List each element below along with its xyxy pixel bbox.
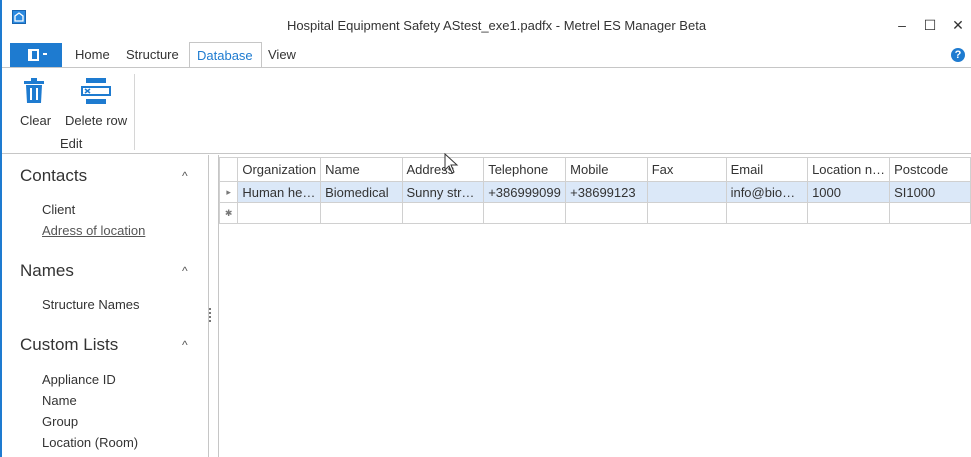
tab-view[interactable]: View bbox=[268, 47, 296, 62]
column-header-mobile[interactable]: Mobile bbox=[565, 157, 648, 182]
panel-splitter[interactable] bbox=[209, 308, 212, 324]
edit-group-label: Edit bbox=[60, 136, 83, 151]
help-icon[interactable]: ? bbox=[951, 48, 965, 62]
column-header-telephone[interactable]: Telephone bbox=[483, 157, 567, 182]
table-cell[interactable]: Human he… bbox=[237, 181, 322, 203]
table-row[interactable]: ▸ Human he… Biomedical Sunny str… +38699… bbox=[218, 181, 971, 203]
contacts-grid[interactable]: Organization Name Address Telephone Mobi… bbox=[218, 157, 971, 224]
ribbon-divider bbox=[134, 74, 135, 150]
table-cell[interactable]: +386999099 bbox=[483, 181, 567, 203]
grid-header-row: Organization Name Address Telephone Mobi… bbox=[218, 157, 971, 182]
sidebar: Contacts ^ Client Adress of location Nam… bbox=[8, 155, 209, 457]
trash-icon bbox=[24, 78, 44, 103]
column-header-organization[interactable]: Organization bbox=[237, 157, 322, 182]
table-cell[interactable]: 1000 bbox=[807, 181, 891, 203]
sidebar-item-appliance-id[interactable]: Appliance ID bbox=[42, 372, 116, 387]
ribbon: Clear Delete row Edit bbox=[2, 67, 971, 154]
table-cell[interactable] bbox=[646, 181, 727, 203]
delete-row-icon bbox=[81, 78, 111, 104]
close-button[interactable]: ✕ bbox=[948, 17, 968, 34]
table-cell[interactable] bbox=[401, 202, 485, 224]
column-header-location-number[interactable]: Location n… bbox=[807, 157, 891, 182]
file-menu-button[interactable] bbox=[10, 43, 62, 67]
table-cell[interactable]: info@bio… bbox=[725, 181, 809, 203]
title-bar: Hospital Equipment Safety AStest_exe1.pa… bbox=[2, 0, 971, 34]
sidebar-item-structure-names[interactable]: Structure Names bbox=[42, 297, 140, 312]
column-header-postcode[interactable]: Postcode bbox=[889, 157, 971, 182]
section-custom-lists[interactable]: Custom Lists bbox=[20, 335, 118, 355]
delete-row-label: Delete row bbox=[65, 113, 128, 128]
table-cell[interactable] bbox=[483, 202, 567, 224]
delete-row-button[interactable]: Delete row bbox=[62, 68, 132, 134]
table-cell[interactable]: Biomedical bbox=[320, 181, 403, 203]
sidebar-item-client[interactable]: Client bbox=[42, 202, 75, 217]
chevron-up-icon[interactable]: ^ bbox=[182, 338, 188, 352]
chevron-up-icon[interactable]: ^ bbox=[182, 264, 188, 278]
clear-label: Clear bbox=[20, 113, 52, 128]
sidebar-item-adress-of-location[interactable]: Adress of location bbox=[42, 223, 145, 238]
table-cell[interactable] bbox=[237, 202, 322, 224]
column-header-name[interactable]: Name bbox=[320, 157, 403, 182]
mouse-pointer-icon bbox=[444, 153, 459, 174]
grid-corner[interactable] bbox=[218, 157, 239, 182]
table-cell[interactable] bbox=[646, 202, 727, 224]
column-header-address[interactable]: Address bbox=[401, 157, 485, 182]
minimize-button[interactable]: – bbox=[892, 17, 912, 33]
menu-icon bbox=[28, 49, 39, 61]
sidebar-item-location-room[interactable]: Location (Room) bbox=[42, 435, 138, 450]
new-row-marker-icon: ✱ bbox=[218, 202, 239, 224]
current-row-marker-icon[interactable]: ▸ bbox=[218, 181, 239, 203]
section-names[interactable]: Names bbox=[20, 261, 74, 281]
maximize-button[interactable]: ☐ bbox=[920, 17, 940, 34]
table-cell[interactable] bbox=[565, 202, 648, 224]
menu-tabs: Home Structure Database View ? bbox=[2, 42, 971, 68]
chevron-up-icon[interactable]: ^ bbox=[182, 169, 188, 183]
tab-database[interactable]: Database bbox=[189, 42, 262, 68]
table-cell[interactable]: Sunny str… bbox=[401, 181, 485, 203]
tab-structure[interactable]: Structure bbox=[126, 47, 179, 62]
column-header-fax[interactable]: Fax bbox=[646, 157, 727, 182]
sidebar-item-group[interactable]: Group bbox=[42, 414, 78, 429]
tab-home[interactable]: Home bbox=[75, 47, 110, 62]
table-cell[interactable] bbox=[320, 202, 403, 224]
table-cell[interactable] bbox=[889, 202, 971, 224]
data-grid-area: Organization Name Address Telephone Mobi… bbox=[218, 155, 971, 457]
section-contacts[interactable]: Contacts bbox=[20, 166, 87, 186]
new-row[interactable]: ✱ bbox=[218, 202, 971, 224]
clear-button[interactable]: Clear bbox=[12, 68, 56, 134]
sidebar-item-name[interactable]: Name bbox=[42, 393, 77, 408]
table-cell[interactable]: +38699123 bbox=[565, 181, 648, 203]
table-cell[interactable]: SI1000 bbox=[889, 181, 971, 203]
table-cell[interactable] bbox=[725, 202, 809, 224]
column-header-email[interactable]: Email bbox=[725, 157, 809, 182]
window-title: Hospital Equipment Safety AStest_exe1.pa… bbox=[286, 18, 707, 33]
table-cell[interactable] bbox=[807, 202, 891, 224]
